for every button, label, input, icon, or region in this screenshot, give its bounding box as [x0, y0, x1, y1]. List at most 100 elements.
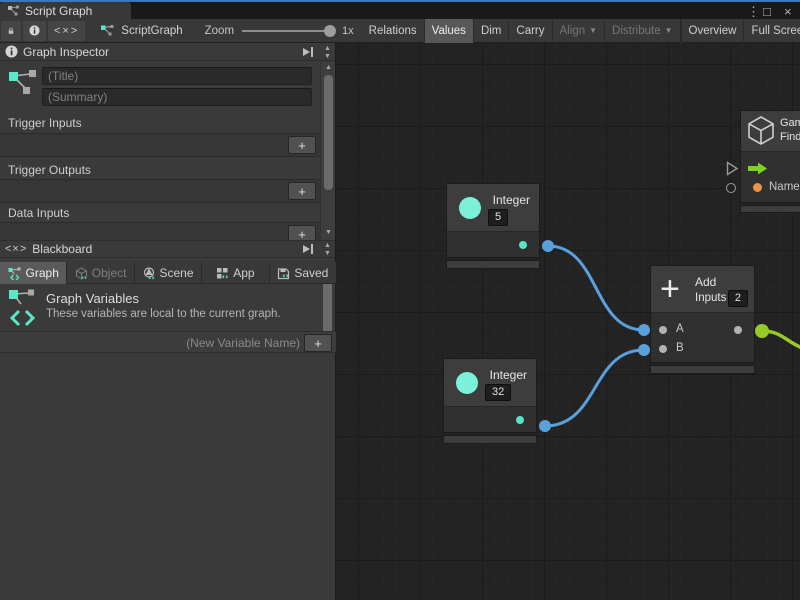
tab-scene[interactable]: Scene — [135, 262, 202, 284]
node-body: Name — [740, 152, 800, 203]
port-a-label: A — [676, 323, 684, 335]
section-trigger-outputs: Trigger Outputs — [8, 163, 91, 177]
full-screen-button[interactable]: Full Screen — [744, 19, 800, 43]
node-integer-32[interactable]: Integer 32 — [443, 358, 537, 444]
input-port-a[interactable] — [659, 326, 667, 334]
inputs-label: Inputs — [695, 292, 726, 304]
inspector-scrollbar[interactable]: ▲ ▼ — [320, 62, 335, 240]
graph-variables-heading: Graph Variables — [46, 291, 139, 306]
graph-variables-icon — [8, 289, 38, 327]
lock-icon — [7, 25, 15, 37]
cube-icon — [746, 115, 776, 149]
scroll-down-icon[interactable]: ▼ — [320, 250, 335, 258]
add-trigger-input-button[interactable]: + — [288, 136, 316, 154]
window-tab-bar: Script Graph ⋮ □ × — [0, 2, 800, 19]
new-variable-row: + — [0, 331, 336, 353]
node-header: Game Find — [740, 110, 800, 152]
node-header: Integer 32 — [443, 358, 537, 407]
graph-inspector-icon — [8, 69, 38, 103]
zoom-slider[interactable] — [242, 30, 334, 32]
scroll-down-icon[interactable]: ▼ — [320, 53, 335, 61]
zoom-slider-handle[interactable] — [324, 25, 336, 37]
value-port-stub-icon[interactable] — [726, 183, 736, 193]
scroll-down-icon[interactable]: ▼ — [321, 229, 336, 237]
add-trigger-output-button[interactable]: + — [288, 182, 316, 200]
info-icon — [29, 24, 40, 37]
integer-type-icon — [456, 372, 478, 394]
zoom-value: 1x — [342, 25, 354, 37]
inputs-count-field[interactable]: 2 — [728, 290, 748, 307]
node-title: Add — [695, 275, 716, 289]
saved-icon — [277, 267, 290, 280]
node-add[interactable]: + Add Inputs 2 A B — [650, 265, 755, 374]
integer-value-field[interactable]: 5 — [488, 209, 508, 226]
output-port[interactable] — [519, 241, 527, 249]
info-icon — [5, 45, 18, 58]
distribute-dropdown[interactable]: Distribute ▼ — [605, 19, 681, 43]
dock-panel-icon[interactable] — [301, 46, 315, 58]
input-port-b[interactable] — [659, 345, 667, 353]
tab-app[interactable]: App — [202, 262, 269, 284]
new-variable-input[interactable] — [4, 334, 300, 351]
graph-inspector-title: Graph Inspector — [23, 45, 109, 59]
node-integer-5[interactable]: Integer 5 — [446, 183, 540, 269]
scroll-up-icon[interactable]: ▲ — [320, 242, 335, 250]
values-button[interactable]: Values — [425, 19, 474, 43]
node-title: Integer — [490, 368, 527, 382]
dim-button[interactable]: Dim — [474, 19, 509, 43]
inspector-toggle-button[interactable] — [23, 21, 46, 41]
add-variable-button[interactable]: + — [304, 334, 332, 352]
align-dropdown[interactable]: Align ▼ — [553, 19, 606, 43]
tab-title: Script Graph — [25, 4, 92, 18]
control-input-port-icon[interactable] — [748, 162, 768, 175]
node-body: A B — [650, 313, 755, 363]
carry-button[interactable]: Carry — [509, 19, 552, 43]
blackboard-header: <×> Blackboard — [0, 240, 335, 258]
lock-button[interactable] — [1, 21, 21, 41]
chevron-down-icon: ▼ — [665, 26, 673, 35]
node-body — [446, 232, 540, 258]
graph-inspector-header: Graph Inspector — [0, 43, 335, 61]
zoom-control: Zoom 1x — [205, 25, 354, 37]
dock-panel-icon[interactable] — [301, 243, 315, 255]
trigger-outputs-list — [0, 179, 320, 203]
scroll-up-icon[interactable]: ▲ — [320, 45, 335, 53]
tab-saved[interactable]: Saved — [270, 262, 336, 284]
breadcrumb-label: ScriptGraph — [121, 25, 182, 37]
trigger-inputs-list — [0, 133, 320, 157]
title-field[interactable] — [42, 67, 312, 85]
close-icon[interactable]: × — [784, 5, 792, 18]
zoom-label: Zoom — [205, 25, 234, 37]
node-header: Integer 5 — [446, 183, 540, 232]
graph-toolbar: <×> ScriptGraph Zoom 1x Relations Values… — [0, 19, 800, 43]
node-title: Integer — [493, 193, 530, 207]
object-icon — [75, 267, 88, 280]
scroll-up-icon[interactable]: ▲ — [321, 64, 336, 72]
maximize-icon[interactable]: □ — [763, 5, 771, 18]
control-port-stub-icon[interactable] — [726, 161, 739, 176]
name-input-port[interactable] — [753, 183, 762, 192]
blackboard-toggle-button[interactable]: <×> — [48, 21, 85, 41]
node-title: Find — [780, 131, 800, 143]
node-body — [443, 407, 537, 433]
tab-graph[interactable]: Graph — [0, 262, 67, 284]
relations-button[interactable]: Relations — [362, 19, 425, 43]
scrollbar-thumb[interactable] — [324, 75, 333, 190]
graph-variables-icon — [8, 267, 22, 280]
summary-field[interactable] — [42, 88, 312, 106]
focus-indicator-line — [0, 0, 800, 2]
port-b-label: B — [676, 342, 684, 354]
graph-variables-description: These variables are local to the current… — [46, 308, 281, 320]
output-port[interactable] — [734, 326, 742, 334]
node-find-game-object[interactable]: Game Find Name — [740, 110, 800, 213]
tab-object[interactable]: Object — [67, 262, 134, 284]
window-menu-icon[interactable]: ⋮ — [747, 5, 760, 18]
output-port[interactable] — [516, 416, 524, 424]
overview-button[interactable]: Overview — [682, 19, 745, 43]
tab-script-graph[interactable]: Script Graph — [0, 2, 131, 19]
port-name-label: Name — [769, 181, 800, 193]
node-footer — [650, 365, 755, 374]
node-footer — [740, 205, 800, 213]
breadcrumb[interactable]: ScriptGraph — [100, 24, 182, 37]
integer-value-field[interactable]: 32 — [485, 384, 511, 401]
